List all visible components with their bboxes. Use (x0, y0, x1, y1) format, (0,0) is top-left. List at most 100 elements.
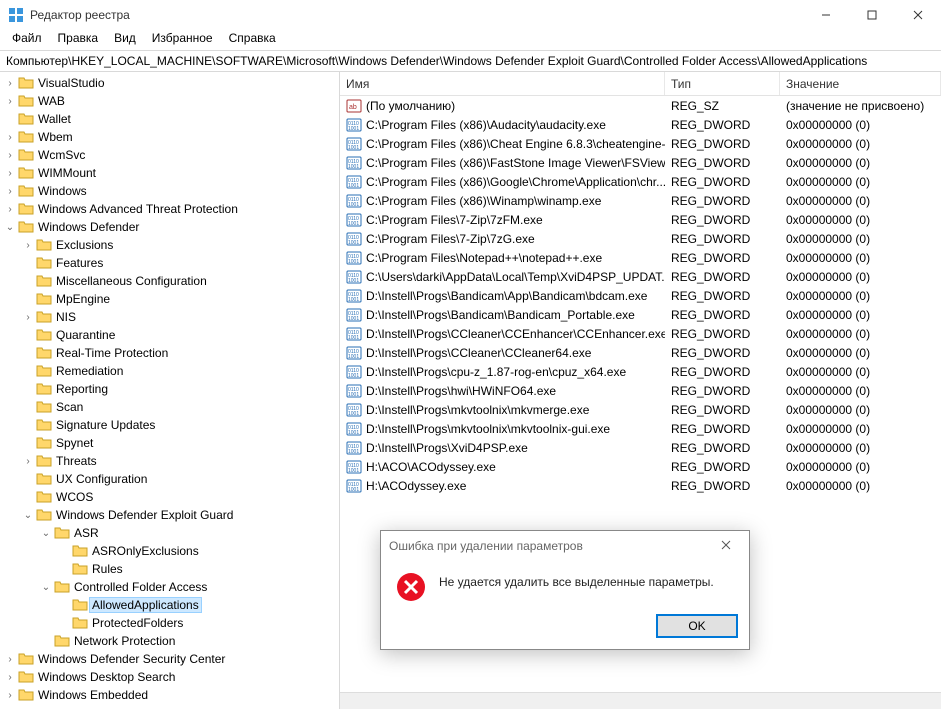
chevron-right-icon[interactable]: › (4, 78, 16, 89)
tree-item-label: UX Configuration (54, 472, 149, 486)
chevron-right-icon[interactable]: › (22, 456, 34, 467)
menu-help[interactable]: Справка (223, 29, 282, 47)
value-row[interactable]: 01101001C:\Program Files\7-Zip\7zG.exeRE… (340, 229, 941, 248)
value-type: REG_DWORD (665, 175, 780, 189)
tree-item[interactable]: ›Threats (22, 452, 339, 470)
chevron-right-icon[interactable]: › (4, 672, 16, 683)
value-row[interactable]: 01101001C:\Program Files (x86)\Cheat Eng… (340, 134, 941, 153)
value-data: 0x00000000 (0) (780, 346, 941, 360)
value-row[interactable]: 01101001H:\ACO\ACOdyssey.exeREG_DWORD0x0… (340, 457, 941, 476)
chevron-down-icon[interactable]: ⌄ (40, 582, 52, 593)
tree-item[interactable]: Scan (22, 398, 339, 416)
tree-item[interactable]: Spynet (22, 434, 339, 452)
value-row[interactable]: ab(По умолчанию)REG_SZ(значение не присв… (340, 96, 941, 115)
tree-item[interactable]: ›Windows (4, 182, 339, 200)
dialog-ok-button[interactable]: OK (657, 615, 737, 637)
chevron-right-icon[interactable]: › (4, 132, 16, 143)
value-row[interactable]: 01101001D:\Instell\Progs\CCleaner\CClean… (340, 343, 941, 362)
value-row[interactable]: 01101001C:\Program Files (x86)\Winamp\wi… (340, 191, 941, 210)
value-row[interactable]: 01101001D:\Instell\Progs\mkvtoolnix\mkvt… (340, 419, 941, 438)
value-row[interactable]: 01101001C:\Program Files (x86)\FastStone… (340, 153, 941, 172)
value-row[interactable]: 01101001C:\Program Files (x86)\Google\Ch… (340, 172, 941, 191)
tree-item[interactable]: ›WAB (4, 92, 339, 110)
tree-item[interactable]: ›NIS (22, 308, 339, 326)
tree-item[interactable]: ›Windows Desktop Search (4, 668, 339, 686)
tree-item[interactable]: MpEngine (22, 290, 339, 308)
value-row[interactable]: 01101001D:\Instell\Progs\CCleaner\CCEnha… (340, 324, 941, 343)
tree-item[interactable]: ›WIMMount (4, 164, 339, 182)
tree-item[interactable]: Rules (58, 560, 339, 578)
tree-item[interactable]: Features (22, 254, 339, 272)
tree-item[interactable]: ⌄ ASR (40, 524, 339, 542)
value-row[interactable]: 01101001D:\Instell\Progs\Bandicam\App\Ba… (340, 286, 941, 305)
value-row[interactable]: 01101001D:\Instell\Progs\cpu-z_1.87-rog-… (340, 362, 941, 381)
chevron-right-icon[interactable]: › (4, 96, 16, 107)
col-header-type[interactable]: Тип (665, 72, 780, 95)
value-row[interactable]: 01101001C:\Users\darki\AppData\Local\Tem… (340, 267, 941, 286)
value-row[interactable]: 01101001H:\ACOdyssey.exeREG_DWORD0x00000… (340, 476, 941, 495)
tree-item[interactable]: Real-Time Protection (22, 344, 339, 362)
tree-item[interactable]: Remediation (22, 362, 339, 380)
svg-text:1001: 1001 (348, 297, 359, 303)
tree-pane[interactable]: ›VisualStudio›WABWallet›Wbem›WcmSvc›WIMM… (0, 72, 340, 709)
chevron-right-icon[interactable]: › (4, 186, 16, 197)
tree-item[interactable]: UX Configuration (22, 470, 339, 488)
chevron-right-icon[interactable]: › (4, 150, 16, 161)
chevron-right-icon[interactable]: › (4, 690, 16, 701)
value-row[interactable]: 01101001D:\Instell\Progs\mkvtoolnix\mkvm… (340, 400, 941, 419)
tree-item[interactable]: Wallet (4, 110, 339, 128)
svg-text:1001: 1001 (348, 259, 359, 265)
maximize-button[interactable] (849, 0, 895, 30)
tree-item[interactable]: WCOS (22, 488, 339, 506)
chevron-right-icon[interactable]: › (4, 168, 16, 179)
tree-item[interactable]: ›VisualStudio (4, 74, 339, 92)
address-bar[interactable]: Компьютер\HKEY_LOCAL_MACHINE\SOFTWARE\Mi… (0, 50, 941, 72)
chevron-down-icon[interactable]: ⌄ (40, 528, 52, 539)
value-row[interactable]: 01101001D:\Instell\Progs\XviD4PSP.exeREG… (340, 438, 941, 457)
reg-dword-icon: 01101001 (346, 269, 362, 285)
menu-file[interactable]: Файл (6, 29, 48, 47)
value-name: (По умолчанию) (366, 99, 455, 113)
tree-item[interactable]: ›Windows Embedded (4, 686, 339, 704)
menu-edit[interactable]: Правка (52, 29, 105, 47)
reg-dword-icon: 01101001 (346, 136, 362, 152)
chevron-down-icon[interactable]: ⌄ (4, 222, 16, 233)
tree-item[interactable]: ⌄Controlled Folder Access (40, 578, 339, 596)
value-row[interactable]: 01101001C:\Program Files\7-Zip\7zFM.exeR… (340, 210, 941, 229)
minimize-button[interactable] (803, 0, 849, 30)
chevron-right-icon[interactable]: › (22, 240, 34, 251)
tree-item[interactable]: AllowedApplications (58, 596, 339, 614)
tree-item[interactable]: ›Windows Defender Security Center (4, 650, 339, 668)
tree-item[interactable]: Network Protection (40, 632, 339, 650)
tree-item[interactable]: ›Wbem (4, 128, 339, 146)
chevron-right-icon[interactable]: › (4, 654, 16, 665)
tree-item[interactable]: ›Exclusions (22, 236, 339, 254)
horizontal-scrollbar[interactable] (340, 692, 941, 709)
tree-item[interactable]: Signature Updates (22, 416, 339, 434)
menu-favorites[interactable]: Избранное (146, 29, 219, 47)
tree-item-label: ASR (72, 526, 101, 540)
tree-item[interactable]: ⌄Windows Defender Exploit Guard (22, 506, 339, 524)
dialog-close-button[interactable] (711, 539, 741, 553)
chevron-right-icon[interactable]: › (22, 312, 34, 323)
value-row[interactable]: 01101001C:\Program Files (x86)\Audacity\… (340, 115, 941, 134)
close-button[interactable] (895, 0, 941, 30)
value-row[interactable]: 01101001D:\Instell\Progs\hwi\HWiNFO64.ex… (340, 381, 941, 400)
menu-view[interactable]: Вид (108, 29, 142, 47)
folder-icon (18, 219, 34, 235)
tree-item[interactable]: ASROnlyExclusions (58, 542, 339, 560)
col-header-name[interactable]: Имя (340, 72, 665, 95)
chevron-down-icon[interactable]: ⌄ (22, 510, 34, 521)
tree-item[interactable]: Reporting (22, 380, 339, 398)
value-data: 0x00000000 (0) (780, 118, 941, 132)
tree-item[interactable]: Quarantine (22, 326, 339, 344)
col-header-value[interactable]: Значение (780, 72, 941, 95)
tree-item[interactable]: ⌄Windows Defender (4, 218, 339, 236)
tree-item[interactable]: ProtectedFolders (58, 614, 339, 632)
chevron-right-icon[interactable]: › (4, 204, 16, 215)
tree-item[interactable]: Miscellaneous Configuration (22, 272, 339, 290)
value-row[interactable]: 01101001C:\Program Files\Notepad++\notep… (340, 248, 941, 267)
tree-item[interactable]: ›Windows Advanced Threat Protection (4, 200, 339, 218)
tree-item[interactable]: ›WcmSvc (4, 146, 339, 164)
value-row[interactable]: 01101001D:\Instell\Progs\Bandicam\Bandic… (340, 305, 941, 324)
